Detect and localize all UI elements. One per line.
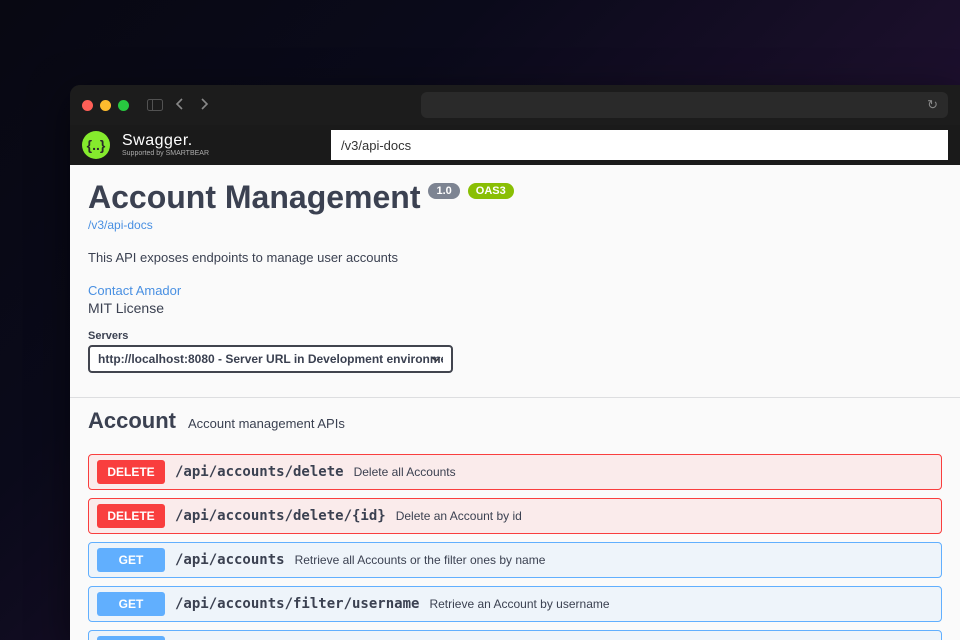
traffic-lights [82,100,129,111]
method-badge: GET [97,548,165,572]
operation-summary: Delete all Accounts [354,465,456,479]
operation-summary: Retrieve an Account by username [429,597,609,611]
sidebar-toggle-icon[interactable] [147,99,163,111]
operation-summary: Delete an Account by id [396,509,522,523]
operation-path: /api/accounts/filter/username [175,596,419,612]
info-section: Account Management 1.0 OAS3 /v3/api-docs… [70,165,960,383]
minimize-window-button[interactable] [100,100,111,111]
api-title-row: Account Management 1.0 OAS3 [88,179,942,216]
version-badge: 1.0 [428,183,459,199]
method-badge: GET [97,592,165,616]
contact-link[interactable]: Contact Amador [88,283,942,298]
license-text: MIT License [88,300,942,316]
back-button[interactable] [171,95,188,115]
tag-section[interactable]: Account Account management APIs [70,397,960,448]
maximize-window-button[interactable] [118,100,129,111]
tag-description: Account management APIs [188,416,345,431]
forward-button[interactable] [196,95,213,115]
operation-row[interactable]: GET/api/accounts Retrieve all Accounts or… [88,542,942,578]
server-select[interactable]: http://localhost:8080 - Server URL in De… [88,345,453,373]
swagger-brand: Swagger. Supported by SMARTBEAR [122,133,209,157]
operation-path: /api/accounts/delete [175,464,344,480]
browser-window: ↻ {..} Swagger. Supported by SMARTBEAR A… [70,85,960,640]
operation-row[interactable]: DELETE/api/accounts/delete Delete all Acc… [88,454,942,490]
swagger-logo-icon: {..} [82,131,110,159]
method-badge: DELETE [97,504,165,528]
operation-summary: Retrieve all Accounts or the filter ones… [295,553,546,567]
swagger-brand-title: Swagger. [122,133,209,149]
swagger-body: Account Management 1.0 OAS3 /v3/api-docs… [70,165,960,640]
operation-path: /api/accounts/delete/{id} [175,508,386,524]
method-badge: DELETE [97,460,165,484]
operation-row[interactable]: GET/api/accounts/filter/username Retrieve… [88,586,942,622]
api-description: This API exposes endpoints to manage use… [88,250,942,265]
servers-label: Servers [88,330,942,342]
swagger-brand-sub: Supported by SMARTBEAR [122,150,209,157]
swagger-header: {..} Swagger. Supported by SMARTBEAR [70,125,960,165]
operation-path: /api/accounts [175,552,285,568]
operations-list: DELETE/api/accounts/delete Delete all Acc… [70,454,960,640]
method-badge: GET [97,636,165,640]
operation-row[interactable]: DELETE/api/accounts/delete/{id} Delete an… [88,498,942,534]
browser-titlebar: ↻ [70,85,960,125]
refresh-icon[interactable]: ↻ [927,97,938,113]
url-bar[interactable]: ↻ [421,92,948,118]
api-title: Account Management [88,179,420,216]
api-url-input[interactable] [331,130,948,160]
api-docs-link[interactable]: /v3/api-docs [88,218,942,232]
close-window-button[interactable] [82,100,93,111]
oas-badge: OAS3 [468,183,514,199]
tag-name: Account [88,408,176,434]
operation-row[interactable]: GET/api/accounts/filter/idRetrieve an Ac… [88,630,942,640]
